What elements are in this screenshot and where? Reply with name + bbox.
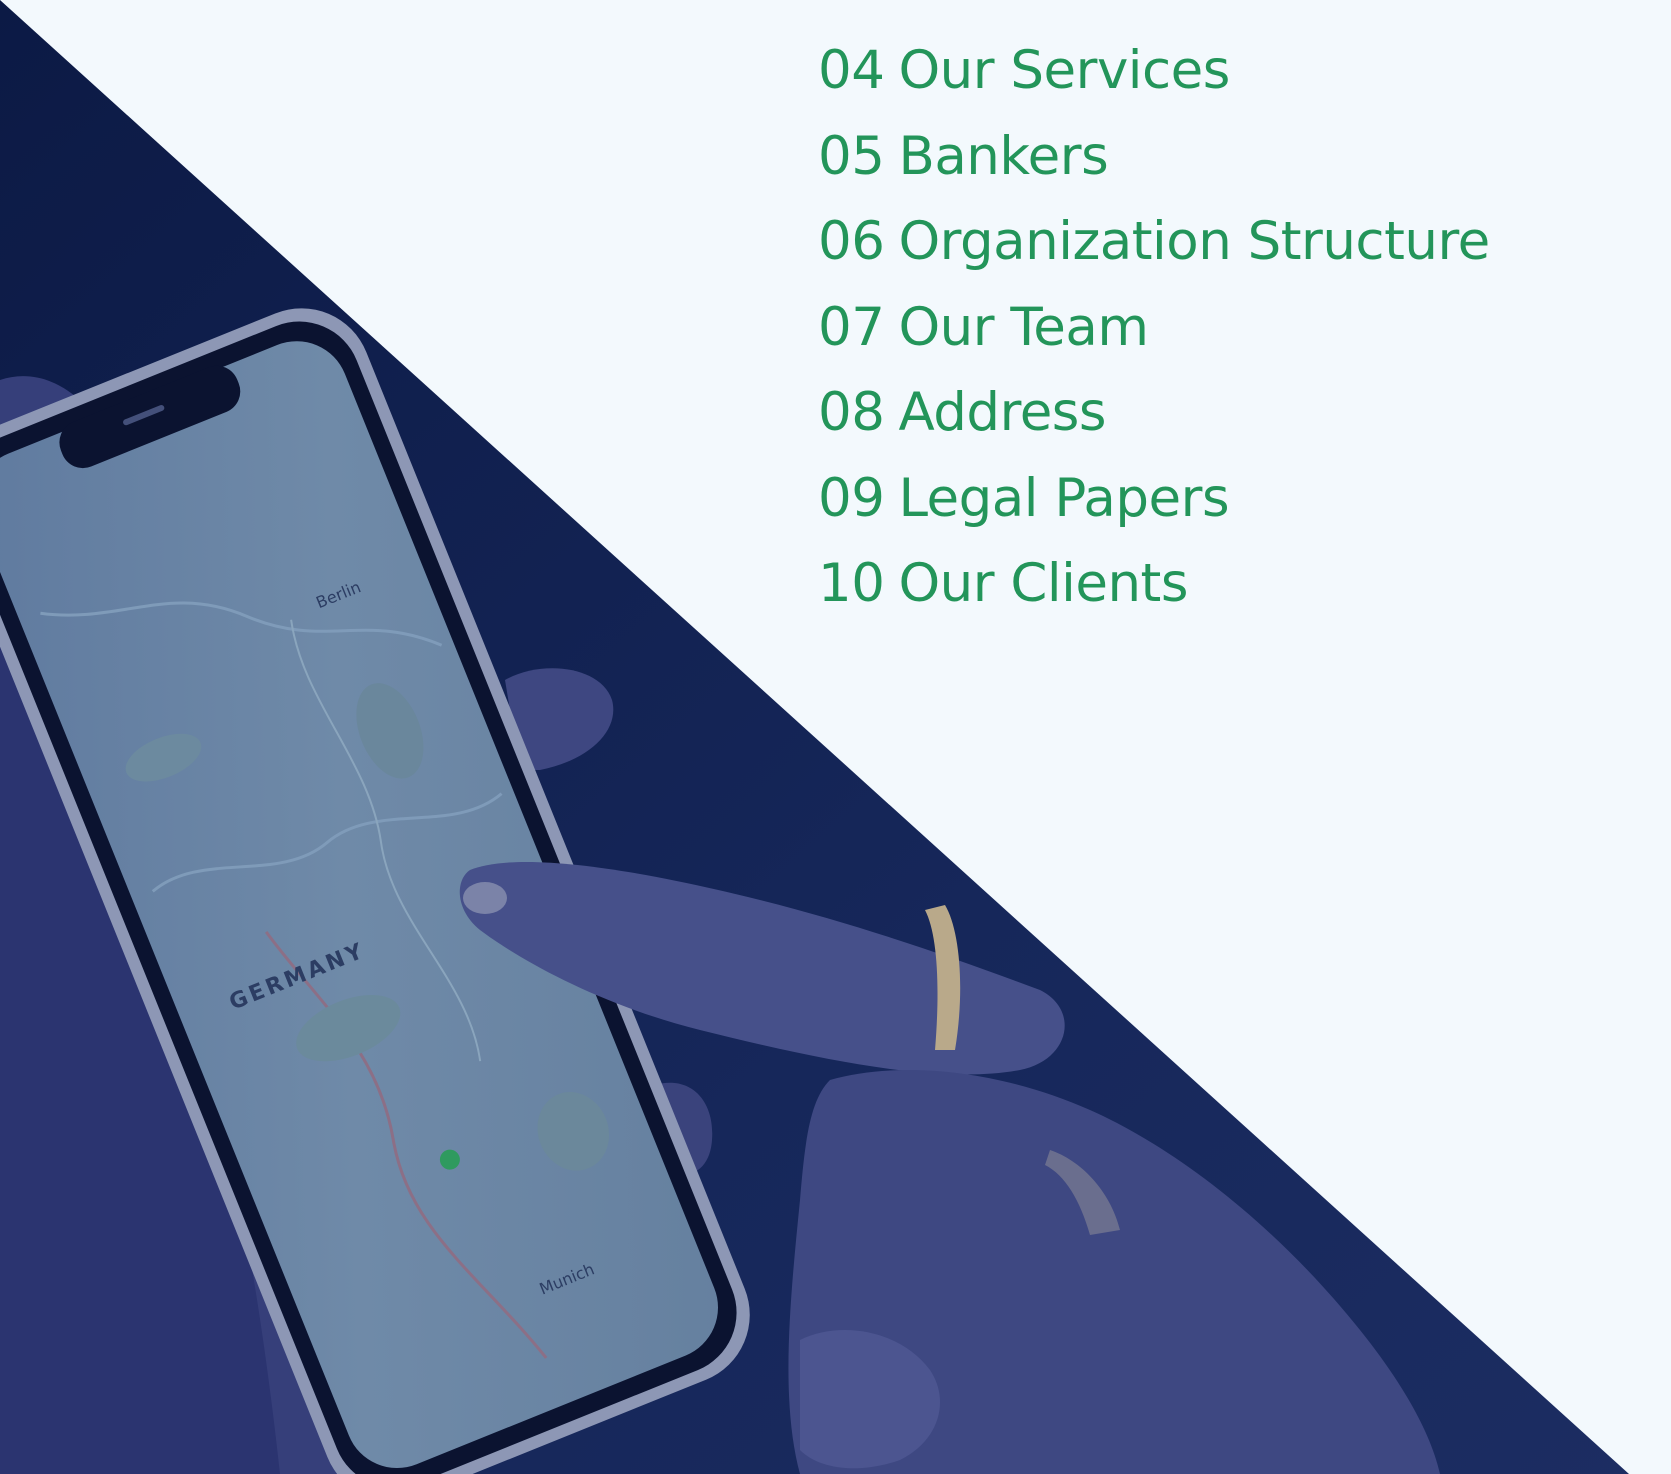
toc-item-legal-papers[interactable]: 09 Legal Papers bbox=[818, 456, 1490, 542]
toc-title: Our Team bbox=[898, 296, 1149, 358]
toc-item-our-team[interactable]: 07 Our Team bbox=[818, 285, 1490, 371]
toc-title: Legal Papers bbox=[898, 467, 1230, 529]
toc-item-our-services[interactable]: 04 Our Services bbox=[818, 28, 1490, 114]
toc-item-address[interactable]: 08 Address bbox=[818, 370, 1490, 456]
toc-title: Our Services bbox=[898, 40, 1230, 101]
toc-number: 07 bbox=[818, 296, 885, 358]
toc-number: 09 bbox=[818, 467, 885, 529]
toc-number: 08 bbox=[818, 382, 885, 443]
toc-title: Address bbox=[898, 382, 1107, 443]
toc-number: 06 bbox=[818, 211, 885, 272]
toc-number: 04 bbox=[818, 40, 885, 101]
toc-title: Bankers bbox=[898, 125, 1109, 187]
toc-title: Organization Structure bbox=[898, 211, 1490, 272]
toc-item-bankers[interactable]: 05 Bankers bbox=[818, 114, 1490, 200]
toc-item-our-clients[interactable]: 10 Our Clients bbox=[818, 541, 1490, 627]
toc-number: 05 bbox=[818, 125, 885, 187]
brochure-contents-page: Berlin GERMANY Munich 04 Our Services 05 B… bbox=[0, 0, 1671, 1474]
toc-item-organization-structure[interactable]: 06 Organization Structure bbox=[818, 199, 1490, 285]
toc-number: 10 bbox=[818, 553, 885, 614]
table-of-contents: 04 Our Services 05 Bankers 06 Organization … bbox=[818, 28, 1490, 627]
toc-title: Our Clients bbox=[898, 553, 1188, 614]
